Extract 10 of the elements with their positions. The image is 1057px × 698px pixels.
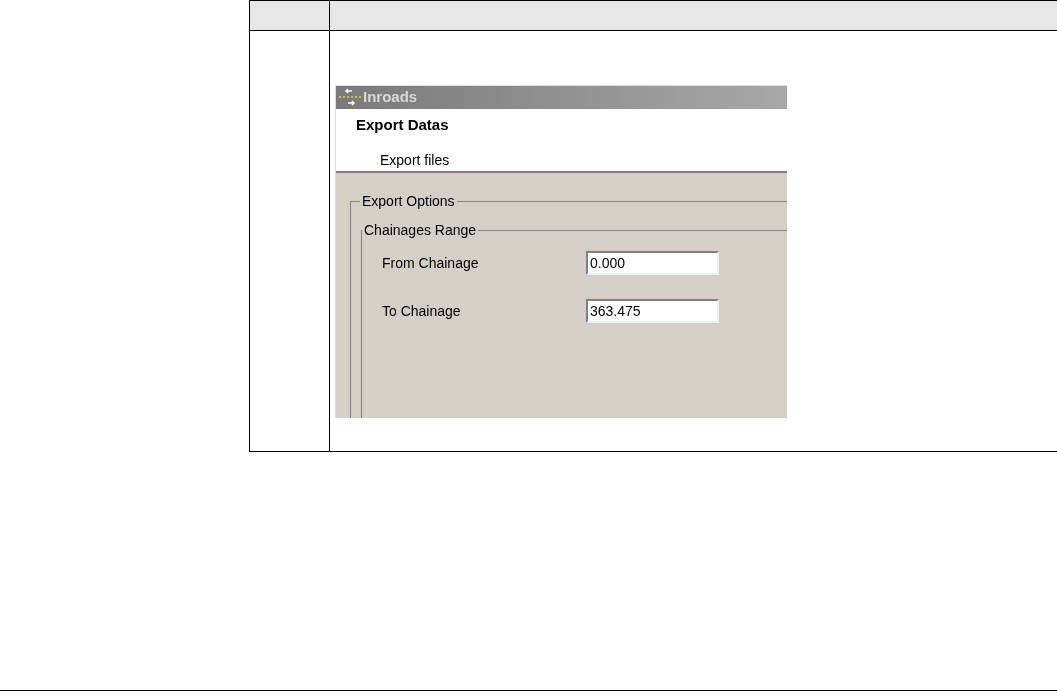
group-label: Export Options bbox=[361, 192, 456, 211]
input-field[interactable]: 363.475 bbox=[586, 299, 719, 323]
group-label: Chainages Range bbox=[363, 221, 478, 240]
window-title: Inroads bbox=[363, 87, 418, 107]
arrows-icon bbox=[339, 88, 361, 107]
dialog-heading: Export Datas bbox=[356, 114, 450, 135]
input-field[interactable]: 0.000 bbox=[586, 251, 719, 275]
dialog-subheading: Export files bbox=[380, 151, 451, 170]
field-label: To Chainage bbox=[382, 301, 462, 321]
field-label: From Chainage bbox=[382, 253, 480, 273]
